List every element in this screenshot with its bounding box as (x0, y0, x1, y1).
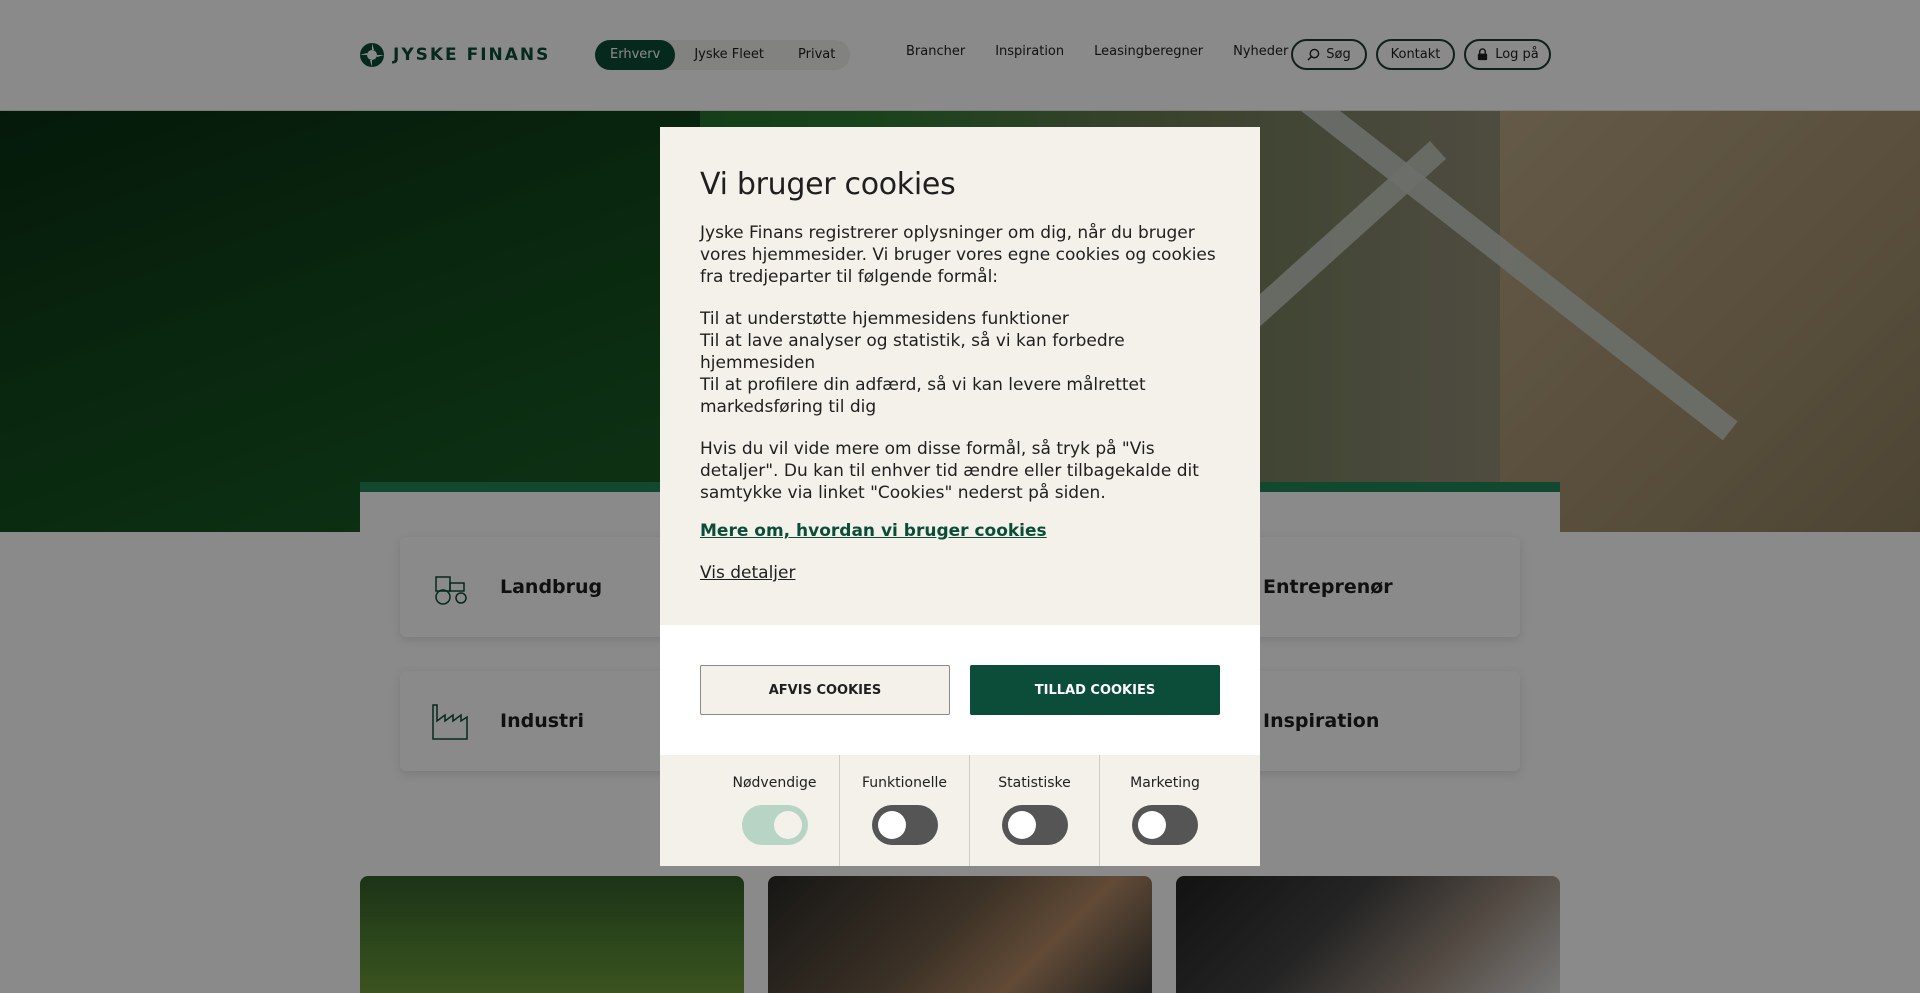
toggle-label: Marketing (1130, 775, 1200, 791)
cookie-dialog: Vi bruger cookies Jyske Finans registrer… (660, 127, 1260, 866)
statistics-toggle[interactable] (1001, 805, 1068, 845)
cookie-category-toggles: Nødvendige Funktionelle Statistiske Mark… (660, 755, 1260, 866)
accept-cookies-button[interactable]: TILLAD COOKIES (970, 665, 1220, 715)
cookie-buttons: AFVIS COOKIES TILLAD COOKIES (700, 665, 1220, 715)
cookie-dialog-title: Vi bruger cookies (700, 167, 956, 202)
toggle-label: Statistiske (998, 775, 1071, 791)
toggle-group-necessary: Nødvendige (710, 755, 840, 866)
functional-toggle[interactable] (871, 805, 938, 845)
reject-cookies-button[interactable]: AFVIS COOKIES (700, 665, 950, 715)
show-details-link[interactable]: Vis detaljer (700, 563, 795, 583)
more-about-cookies-link[interactable]: Mere om, hvordan vi bruger cookies (700, 521, 1047, 541)
cookie-dialog-body: Vi bruger cookies Jyske Finans registrer… (660, 127, 1260, 625)
toggle-label: Nødvendige (732, 775, 817, 791)
purpose-item: Til at profilere din adfærd, så vi kan l… (700, 375, 1146, 417)
cookie-intro: Jyske Finans registrerer oplysninger om … (700, 223, 1216, 287)
purpose-item: Til at lave analyser og statistik, så vi… (700, 331, 1125, 373)
marketing-toggle[interactable] (1132, 805, 1198, 845)
toggle-group-statistics: Statistiske (970, 755, 1100, 866)
purpose-item: Til at understøtte hjemmesidens funktion… (700, 309, 1069, 329)
cookie-details-text: Hvis du vil vide mere om disse formål, s… (700, 439, 1199, 503)
toggle-group-functional: Funktionelle (840, 755, 970, 866)
cookie-purposes: Til at understøtte hjemmesidens funktion… (700, 308, 1220, 418)
toggle-group-marketing: Marketing (1100, 755, 1230, 866)
toggle-label: Funktionelle (862, 775, 947, 791)
necessary-toggle (741, 805, 808, 845)
